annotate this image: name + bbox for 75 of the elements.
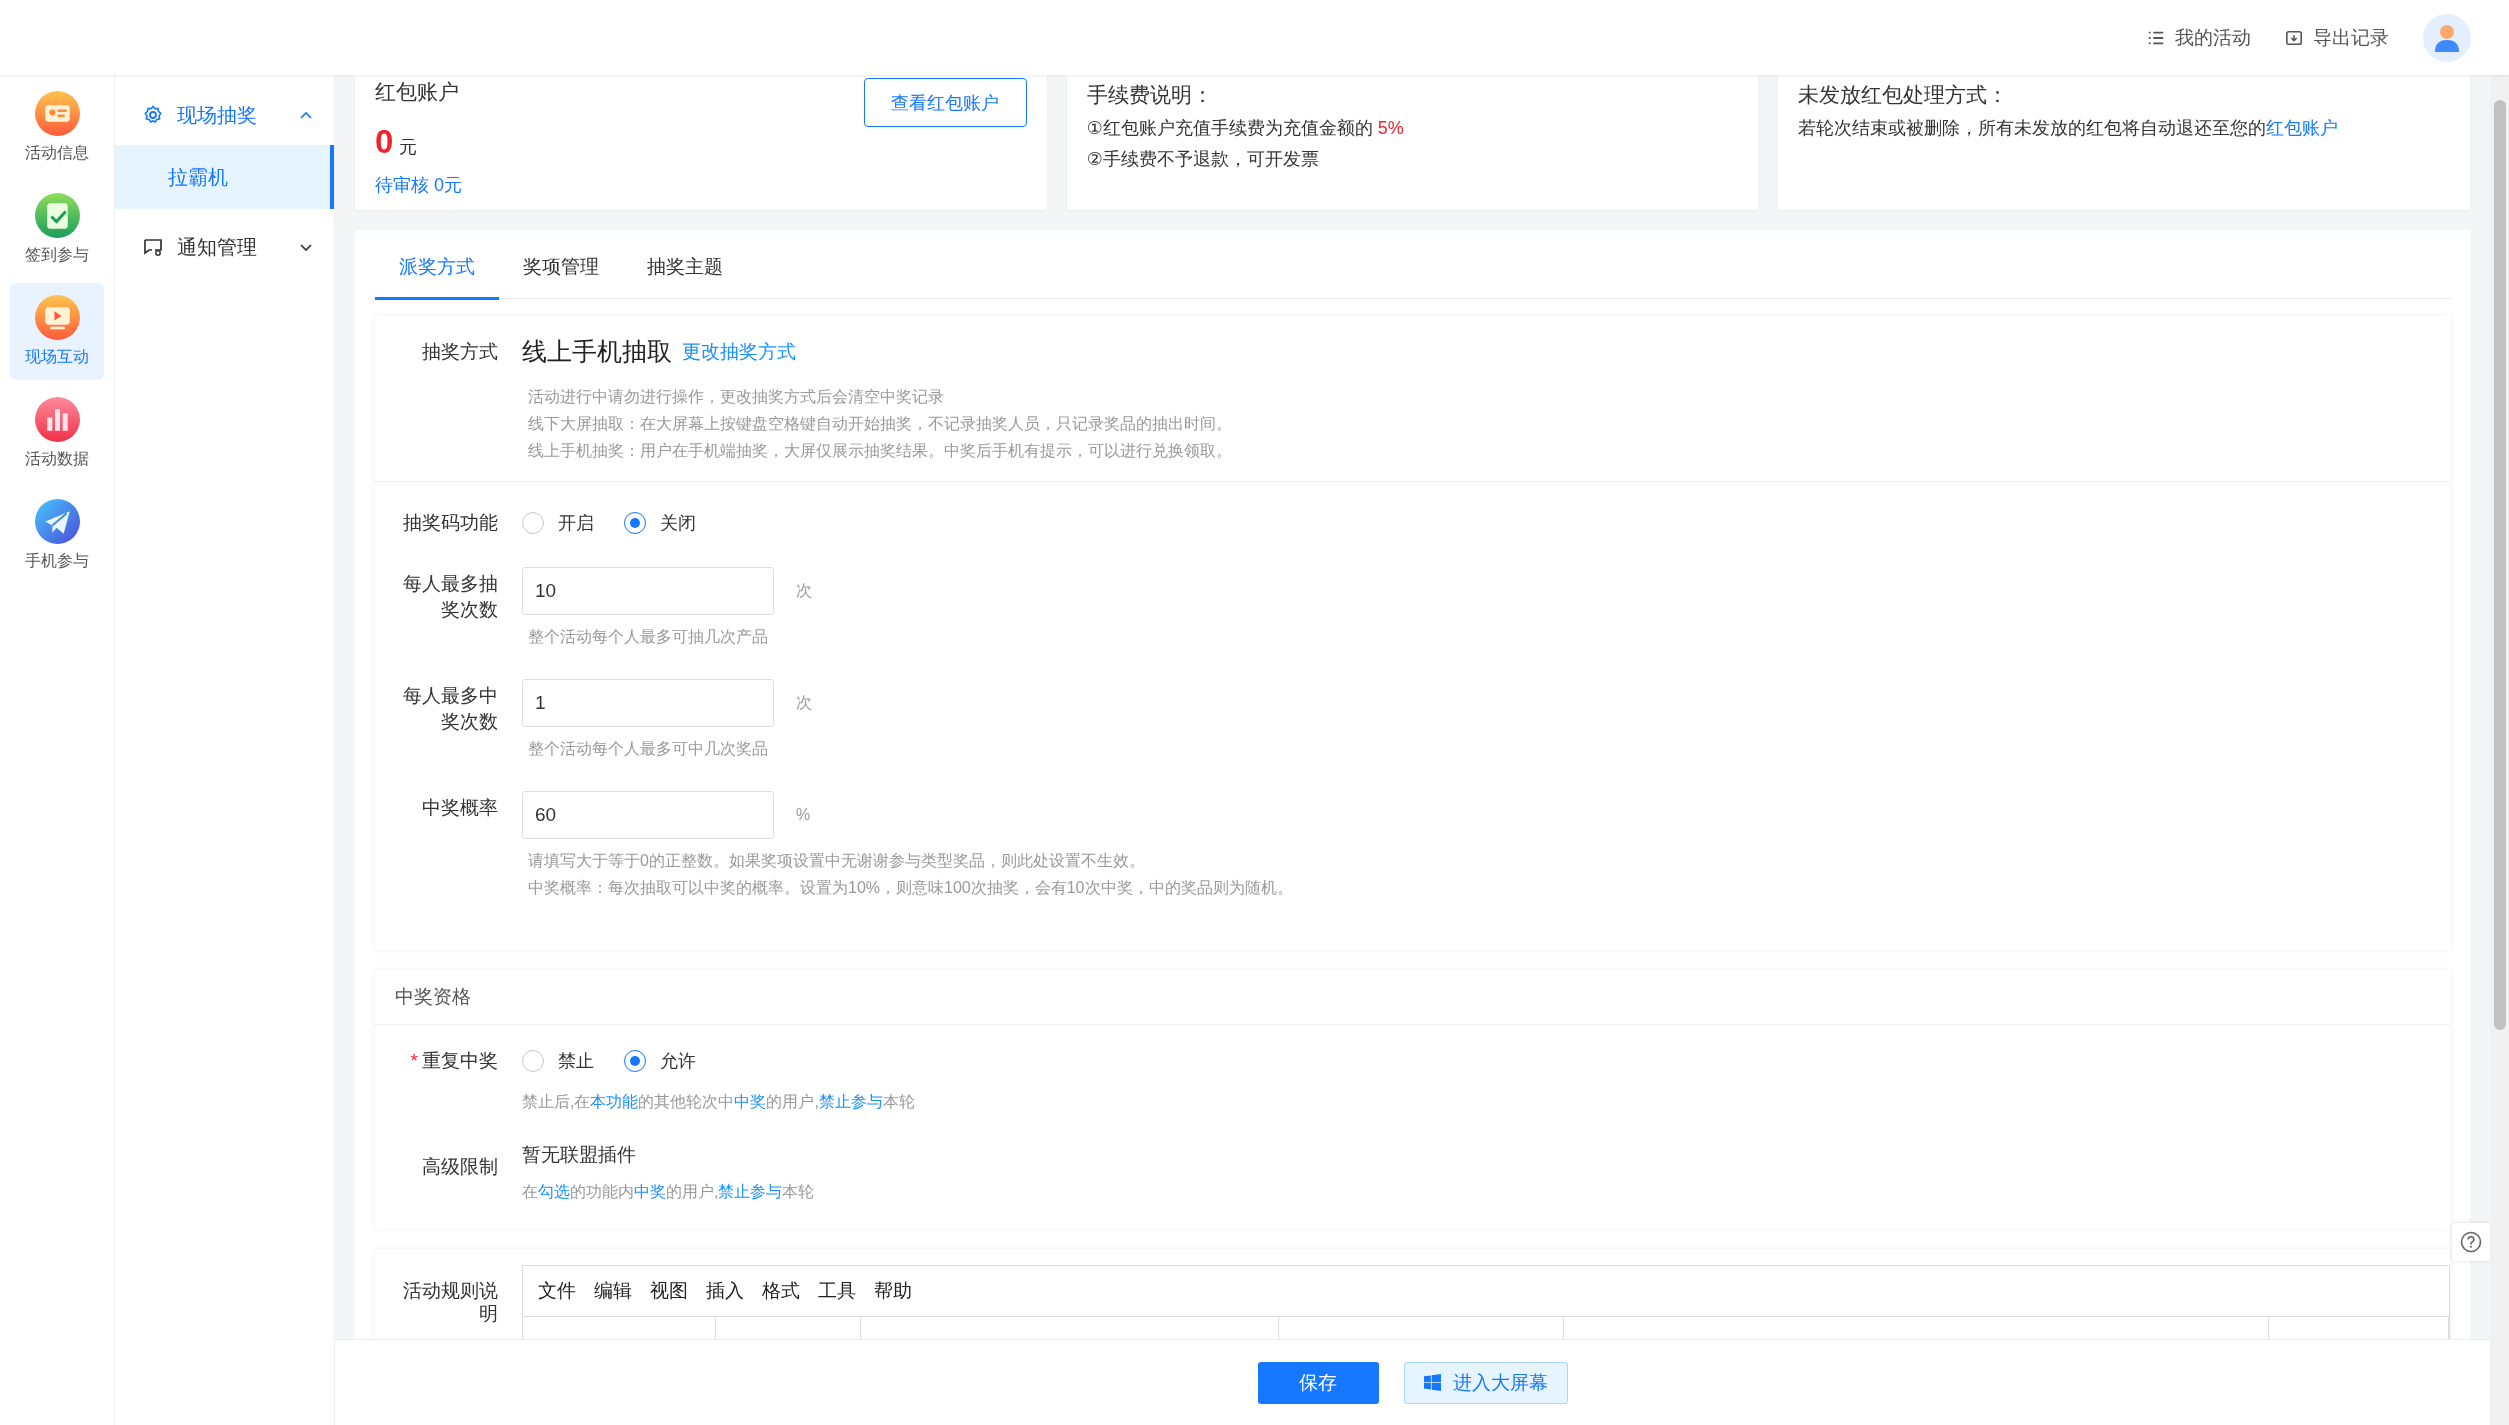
field-label: 抽奖码功能 [402, 511, 498, 535]
menu-item[interactable]: 格式 [753, 1278, 809, 1304]
unit-label: 次 [796, 581, 812, 601]
card-title: 未发放红包处理方式： [1798, 82, 2010, 108]
view-account-button[interactable]: 查看红包账户 [863, 78, 1027, 127]
hint-text: 线下大屏抽取：在大屏幕上按键盘空格键自动开始抽奖，不记录抽奖人员，只记录奖品的抽出时间。 [528, 414, 1233, 434]
nav-link[interactable]: 我的活动 [2147, 24, 2251, 51]
clipboard-check-icon [34, 193, 80, 238]
hint-text: 禁止后,在本功能的其他轮次中中奖的用户,禁止参与本轮 [522, 1092, 915, 1112]
hint-text: 整个活动每个人最多可中几次奖品 [528, 739, 769, 759]
menu-item[interactable]: 插入 [697, 1278, 753, 1304]
tab[interactable]: 派奖方式 [375, 230, 499, 300]
tab[interactable]: 抽奖主题 [623, 230, 747, 300]
field-label: 抽奖方式 [421, 340, 498, 364]
hint-text: 中奖概率：每次抽取可以中奖的概率。设置为10%，则意味100次抽奖，会有10次中奖，中的奖品则为随机。 [528, 878, 1293, 898]
bar-chart-icon [34, 397, 80, 442]
card-text: ②手续费不予退款，可开发票 [1086, 148, 1320, 170]
rail-item[interactable]: 现场互动 [10, 283, 104, 380]
input-field[interactable]: 10 [522, 567, 774, 615]
menu-item[interactable]: 编辑 [585, 1278, 641, 1304]
field-label: * 重复中奖 [409, 1049, 498, 1073]
draw-method-value: 线上手机抽取 [522, 338, 672, 365]
pending-link[interactable]: 待审核 0元 [375, 173, 462, 197]
input-field[interactable]: 60 [522, 791, 774, 839]
menu-item[interactable]: 工具 [809, 1278, 865, 1304]
menu-item[interactable]: 帮助 [865, 1278, 921, 1304]
rail-item[interactable]: 签到参与 [10, 181, 104, 278]
rail-item[interactable]: 活动信息 [10, 79, 104, 176]
hint-text: 请填写大于等于0的正整数。如果奖项设置中无谢谢参与类型奖品，则此处设置不生效。 [528, 851, 1146, 871]
card-title: 手续费说明： [1086, 82, 1214, 108]
rail-item[interactable]: 手机参与 [10, 487, 104, 584]
message-screen-icon [143, 237, 163, 257]
field-label: 活动规则说明 [402, 1279, 498, 1325]
unit-label: % [796, 805, 811, 825]
field-label: 高级限制 [421, 1155, 498, 1179]
save-button[interactable]: 保存 [1257, 1361, 1379, 1404]
hint-text: 活动进行中请勿进行操作，更改抽奖方式后会清空中奖记录 [528, 387, 945, 407]
amount-unit: 元 [399, 136, 418, 159]
card-title: 红包账户 [375, 79, 459, 105]
windows-icon [1423, 1374, 1441, 1391]
hint-text: 整个活动每个人最多可抽几次产品 [528, 627, 769, 647]
radio-option[interactable]: 开启 [522, 510, 594, 535]
radio-option[interactable]: 关闭 [624, 510, 696, 535]
hint-text: 在勾选的功能内中奖的用户,禁止参与本轮 [522, 1182, 815, 1202]
menu-group[interactable]: 现场抽奖 [115, 85, 334, 145]
paper-plane-icon [34, 499, 80, 544]
scrollbar-thumb[interactable] [2494, 100, 2506, 1030]
menu-group[interactable]: 通知管理 [115, 217, 334, 277]
menu-item[interactable]: 文件 [529, 1278, 585, 1304]
play-screen-icon [34, 295, 80, 340]
menu-item[interactable]: 视图 [641, 1278, 697, 1304]
field-label: 每人最多抽奖次数 [402, 572, 498, 622]
hint-text: 线上手机抽奖：用户在手机端抽奖，大屏仅展示抽奖结果。中奖后手机有提示，可以进行兑换领取。 [528, 441, 1233, 461]
tab[interactable]: 奖项管理 [499, 230, 623, 300]
nav-link[interactable]: 导出记录 [2285, 24, 2389, 51]
advanced-value: 暂无联盟插件 [522, 1143, 637, 1167]
input-field[interactable]: 1 [522, 679, 774, 727]
rail-item[interactable]: 活动数据 [10, 385, 104, 482]
field-label: 每人最多中奖次数 [402, 684, 498, 734]
required-mark: * [410, 1050, 418, 1071]
card-text: ①红包账户充值手续费为充值金额的 5% [1086, 117, 1405, 139]
gear-icon [143, 105, 163, 125]
submenu-item[interactable]: 拉霸机 [115, 145, 334, 209]
radio-option[interactable]: 允许 [624, 1048, 696, 1073]
help-icon[interactable] [2460, 1231, 2482, 1253]
hint-link[interactable]: 红包账户 [2266, 118, 2339, 138]
avatar-icon [2423, 13, 2471, 62]
section-title: 中奖资格 [375, 970, 2450, 1025]
radio-option[interactable]: 禁止 [522, 1048, 594, 1073]
id-card-icon [34, 91, 80, 136]
unit-label: 次 [796, 693, 812, 713]
amount-value: 0 [375, 123, 394, 161]
card-text: 若轮次结束或被删除，所有未发放的红包将自动退还至您的红包账户 [1798, 117, 2340, 139]
big-screen-button[interactable]: 进入大屏幕 [1403, 1361, 1568, 1404]
field-label: 中奖概率 [421, 796, 498, 820]
